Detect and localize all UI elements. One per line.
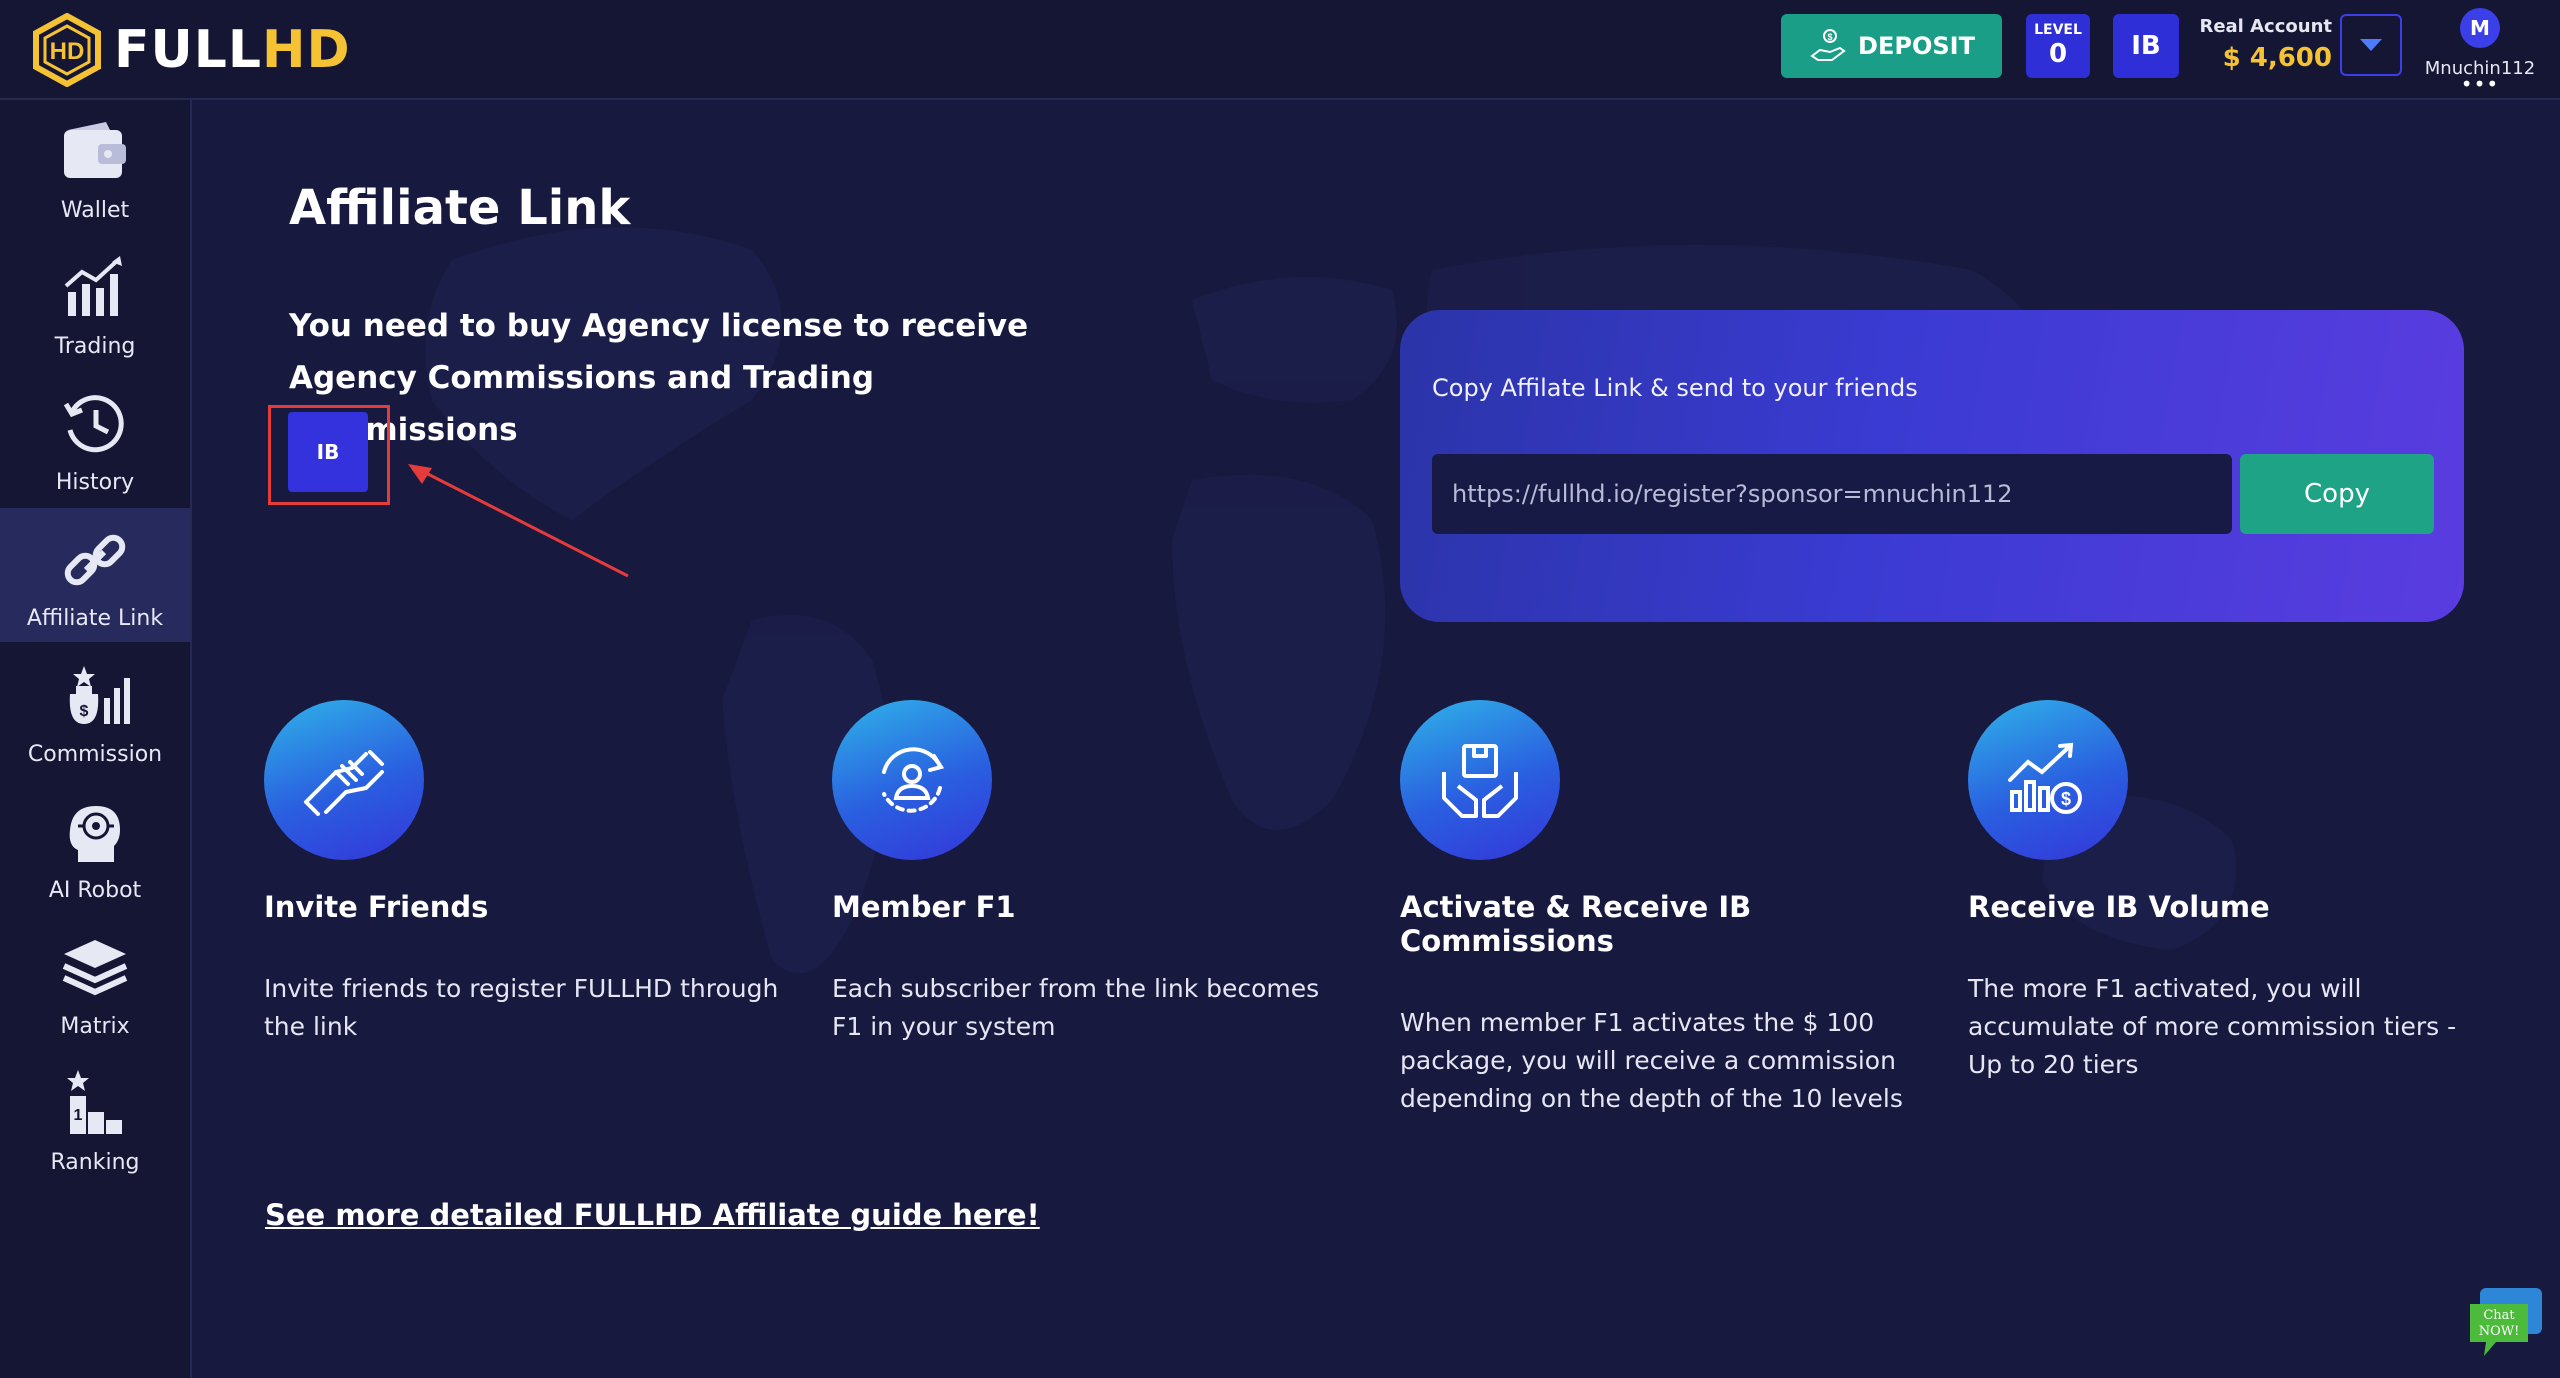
commission-icon: $ (69, 666, 130, 724)
level-badge[interactable]: LEVEL 0 (2026, 14, 2090, 78)
feature-title: Receive IB Volume (1968, 890, 2270, 924)
sidebar-item-label: Matrix (60, 1014, 130, 1039)
affiliate-url-field[interactable]: https://fullhd.io/register?sponsor=mnuch… (1432, 454, 2232, 534)
sidebar-item-history[interactable]: History (0, 372, 190, 506)
deposit-button[interactable]: $ DEPOSIT (1781, 14, 2002, 78)
growth-chart-icon: $ (2008, 742, 2082, 814)
feature-description: When member F1 activates the $ 100 packa… (1400, 1008, 1903, 1113)
notice-line-2: Agency Commissions and Trading Commissio… (289, 360, 875, 448)
brand-name: FULLHD (114, 24, 351, 76)
buy-ib-button[interactable]: IB (288, 412, 368, 492)
ib-badge[interactable]: IB (2113, 14, 2179, 78)
ai-robot-icon (69, 806, 120, 862)
svg-text:$: $ (80, 703, 89, 720)
agency-license-notice: You need to buy Agency license to receiv… (289, 300, 1049, 456)
link-icon (64, 534, 126, 586)
feature-activate-commissions: Activate & Receive IB Commissions When m… (1400, 700, 1920, 1118)
deposit-label: DEPOSIT (1858, 32, 1975, 60)
feature-description: Invite friends to register FULLHD throug… (264, 974, 779, 1041)
account-info[interactable]: Real Account $ 4,600 (2196, 14, 2332, 78)
svg-text:HD: HD (50, 38, 85, 65)
sidebar-item-label: Ranking (50, 1150, 140, 1175)
account-type-label: Real Account (2199, 16, 2332, 37)
deposit-hand-icon: $ (1810, 29, 1846, 61)
link-card-caption: Copy Affilate Link & send to your friend… (1432, 374, 1918, 402)
feature-receive-ib-volume: $ Receive IB Volume The more F1 activate… (1968, 700, 2488, 1084)
user-menu[interactable]: M Mnuchin112 ••• (2420, 8, 2540, 94)
main-content: Affiliate Link You need to buy Agency li… (192, 100, 2560, 1378)
wallet-icon (64, 122, 126, 178)
avatar: M (2460, 8, 2500, 48)
logo-icon: HD (33, 13, 101, 87)
feature-icon-circle (264, 700, 424, 860)
caret-down-icon (2360, 39, 2382, 51)
sidebar-item-matrix[interactable]: Matrix (0, 916, 190, 1050)
history-icon (63, 395, 124, 453)
sidebar-item-trading[interactable]: Trading (0, 236, 190, 370)
feature-title: Invite Friends (264, 890, 489, 924)
level-label: LEVEL (2034, 22, 2082, 38)
sidebar-item-ai-robot[interactable]: AI Robot (0, 780, 190, 914)
feature-icon-circle (832, 700, 992, 860)
chat-now-widget[interactable]: Chat NOW! (2466, 1286, 2546, 1366)
sidebar-item-label: Affiliate Link (26, 606, 164, 631)
handshake-icon (304, 750, 384, 816)
copy-button[interactable]: Copy (2240, 454, 2434, 534)
feature-icon-circle: $ (1968, 700, 2128, 860)
feature-description: The more F1 activated, you will accumula… (1968, 974, 2457, 1079)
trading-chart-icon (64, 256, 122, 316)
notice-line-1: You need to buy Agency license to receiv… (289, 308, 1029, 344)
svg-text:$: $ (1828, 32, 1833, 42)
ranking-icon: 1 (67, 1070, 122, 1134)
package-hands-icon (1442, 744, 1518, 818)
sidebar: Wallet Trading History Affiliate Link $ … (0, 100, 192, 1378)
feature-description: Each subscriber from the link becomes F1… (832, 974, 1320, 1041)
annotation-arrow (408, 464, 629, 578)
feature-invite-friends: Invite Friends Invite friends to registe… (264, 700, 784, 1046)
chat-label-line2: NOW! (2479, 1324, 2520, 1339)
svg-text:1: 1 (74, 1107, 83, 1124)
sidebar-item-commission[interactable]: $ Commission (0, 644, 190, 778)
sidebar-item-label: Wallet (60, 198, 130, 223)
svg-text:$: $ (2061, 789, 2071, 809)
account-dropdown-button[interactable] (2340, 14, 2402, 76)
brand-name-yellow: HD (262, 20, 351, 80)
brand-name-white: FULL (114, 20, 263, 80)
brand-logo[interactable]: HD FULLHD (30, 10, 351, 90)
sidebar-item-label: Trading (54, 334, 136, 359)
page-title: Affiliate Link (289, 180, 631, 236)
affiliate-link-card: Copy Affilate Link & send to your friend… (1400, 310, 2464, 622)
feature-title: Activate & Receive IB Commissions (1400, 890, 1752, 958)
member-refresh-icon (882, 747, 945, 813)
sidebar-item-label: Commission (27, 742, 163, 767)
chat-label-line1: Chat (2483, 1308, 2515, 1323)
affiliate-guide-link[interactable]: See more detailed FULLHD Affiliate guide… (265, 1198, 1040, 1232)
feature-icon-circle (1400, 700, 1560, 860)
sidebar-item-wallet[interactable]: Wallet (0, 100, 190, 234)
top-bar: HD FULLHD $ DEPOSIT LEVEL 0 IB Real Acco… (0, 0, 2560, 100)
sidebar-item-ranking[interactable]: 1 Ranking (0, 1052, 190, 1186)
feature-member-f1: Member F1 Each subscriber from the link … (832, 700, 1352, 1046)
matrix-icon (62, 940, 128, 996)
feature-title: Member F1 (832, 890, 1016, 924)
sidebar-item-label: AI Robot (48, 878, 142, 903)
more-options-icon[interactable]: ••• (2420, 74, 2540, 94)
sidebar-item-affiliate-link[interactable]: Affiliate Link (0, 508, 190, 642)
level-value: 0 (2048, 39, 2068, 69)
sidebar-item-label: History (55, 470, 135, 495)
account-balance: $ 4,600 (2222, 43, 2332, 73)
